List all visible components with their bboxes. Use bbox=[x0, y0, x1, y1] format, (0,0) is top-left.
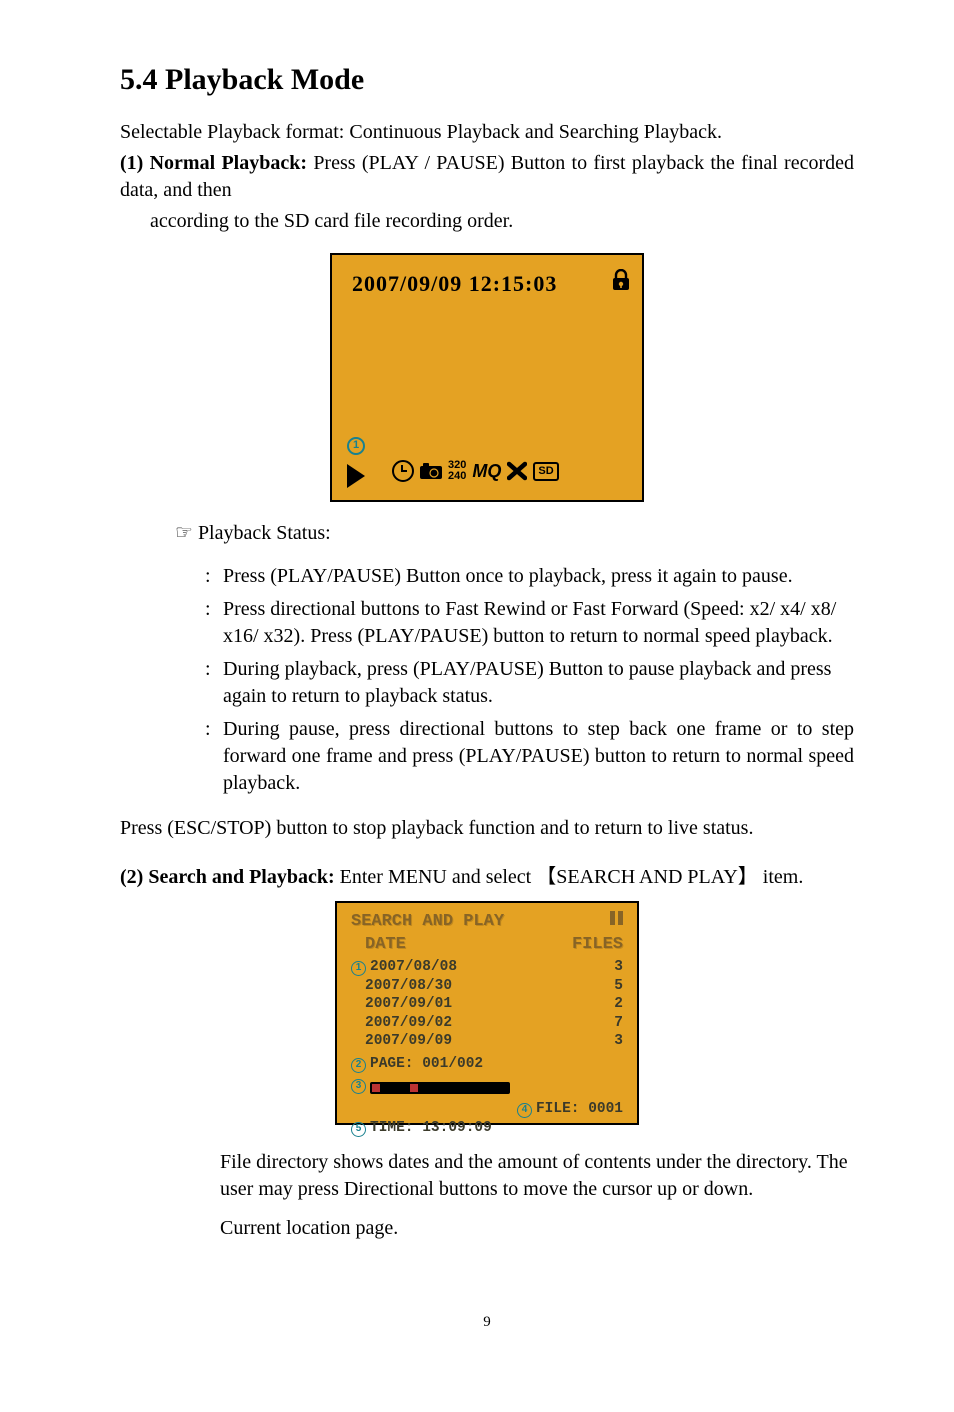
normal-playback-block: (1) Normal Playback: Press (PLAY / PAUSE… bbox=[120, 150, 854, 204]
screen-preview-1: 2007/09/09 12:15:03 1 320240 MQ SD bbox=[330, 253, 644, 502]
mute-icon bbox=[507, 461, 527, 481]
camera-icon bbox=[420, 463, 442, 479]
intro-text: Selectable Playback format: Continuous P… bbox=[120, 119, 854, 146]
sp-lead: Enter MENU and select bbox=[340, 866, 532, 888]
lock-icon bbox=[612, 269, 630, 299]
clock-icon bbox=[392, 460, 414, 482]
pointer-icon: ☞ bbox=[175, 522, 193, 544]
s2-row-1: 2007/08/305 bbox=[351, 977, 623, 996]
s2-row-3: 2007/09/027 bbox=[351, 1014, 623, 1033]
play-icon bbox=[347, 464, 365, 488]
s2-row-0: 12007/08/083 bbox=[351, 958, 623, 977]
np-label: (1) Normal Playback: bbox=[120, 152, 307, 174]
s2-bar-row: 3 bbox=[351, 1073, 623, 1100]
s2-file: 4FILE: 0001 bbox=[351, 1100, 623, 1119]
status-item-4: During pause, press directional buttons … bbox=[223, 716, 854, 797]
screen1-badge-1: 1 bbox=[347, 437, 365, 455]
screen1-status-icons: 320240 MQ SD bbox=[392, 459, 559, 483]
stop-line: Press (ESC/STOP) button to stop playback… bbox=[120, 815, 854, 842]
page-number: 9 bbox=[120, 1312, 854, 1332]
sp-tail: item. bbox=[763, 866, 804, 888]
s2-row-4: 2007/09/093 bbox=[351, 1032, 623, 1051]
sp-label: (2) Search and Playback: bbox=[120, 866, 335, 888]
status-item-1: Press (PLAY/PAUSE) Button once to playba… bbox=[223, 563, 854, 590]
screen-preview-2: SEARCH AND PLAY DATEFILES 12007/08/083 2… bbox=[335, 901, 639, 1125]
np-button: (PLAY / PAUSE) bbox=[362, 152, 505, 174]
footer-note-2: Current location page. bbox=[220, 1215, 854, 1242]
mq-label: MQ bbox=[472, 459, 501, 483]
playback-status-list: :Press (PLAY/PAUSE) Button once to playb… bbox=[205, 563, 854, 797]
playback-status-header: ☞ Playback Status: bbox=[175, 520, 854, 547]
s2-title: SEARCH AND PLAY bbox=[351, 911, 623, 933]
np-lead: Press bbox=[313, 152, 355, 174]
sp-bracket: 【SEARCH AND PLAY】 bbox=[536, 866, 758, 888]
s2-time: 5TIME: 13:09:09 bbox=[351, 1119, 623, 1138]
sd-icon: SD bbox=[533, 462, 558, 481]
s2-row-2: 2007/09/012 bbox=[351, 995, 623, 1014]
s2-columns: DATEFILES bbox=[351, 934, 623, 956]
status-item-2: Press directional buttons to Fast Rewind… bbox=[223, 596, 854, 650]
s2-page: 2PAGE: 001/002 bbox=[351, 1055, 623, 1074]
resolution-label: 320240 bbox=[448, 460, 466, 482]
np-tail2: according to the SD card file recording … bbox=[120, 208, 854, 235]
search-playback-block: (2) Search and Playback: Enter MENU and … bbox=[120, 864, 854, 891]
screen1-timestamp: 2007/09/09 12:15:03 bbox=[352, 269, 557, 299]
status-item-3: During playback, press (PLAY/PAUSE) Butt… bbox=[223, 656, 854, 710]
pause-icon bbox=[610, 911, 623, 933]
footer-note-1: File directory shows dates and the amoun… bbox=[220, 1149, 854, 1203]
section-heading: 5.4 Playback Mode bbox=[120, 60, 854, 101]
